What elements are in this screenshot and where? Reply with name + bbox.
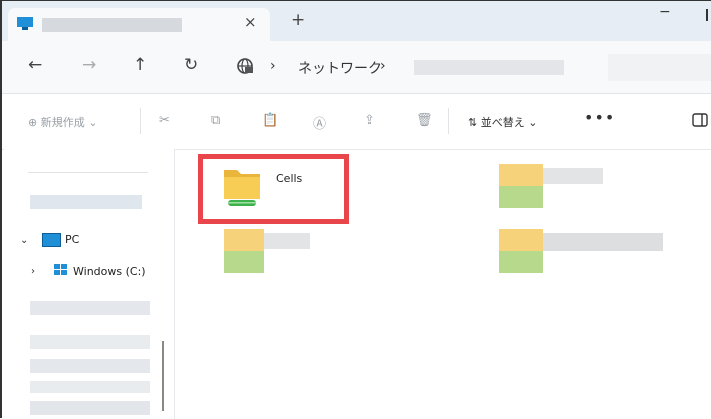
separator bbox=[140, 108, 141, 134]
details-pane-icon[interactable] bbox=[692, 113, 708, 127]
new-tab-button[interactable]: + bbox=[291, 12, 305, 29]
delete-icon[interactable]: 🗑 bbox=[416, 113, 433, 128]
cut-icon[interactable]: ✂ bbox=[159, 113, 170, 128]
network-globe-icon bbox=[237, 58, 253, 74]
network-item-redacted[interactable] bbox=[487, 164, 607, 210]
maximize-button[interactable] bbox=[706, 9, 708, 21]
refresh-button[interactable]: ↻ bbox=[184, 55, 198, 75]
sidebar-item-redacted[interactable] bbox=[30, 401, 150, 415]
explorer-tab[interactable]: × bbox=[8, 8, 270, 41]
separator bbox=[448, 108, 449, 134]
sidebar-item-redacted[interactable] bbox=[30, 195, 142, 209]
search-input[interactable] bbox=[608, 54, 711, 81]
up-button[interactable]: ↑ bbox=[133, 55, 147, 75]
network-item-redacted[interactable] bbox=[487, 229, 677, 275]
breadcrumb-redacted bbox=[414, 60, 564, 75]
breadcrumb-separator: › bbox=[380, 58, 386, 74]
windows-drive-icon bbox=[54, 264, 67, 275]
monitor-icon bbox=[17, 17, 33, 30]
close-icon[interactable]: × bbox=[244, 13, 257, 31]
rename-icon[interactable]: Ⓐ bbox=[313, 113, 326, 132]
scrollbar[interactable] bbox=[162, 341, 164, 411]
sidebar-item-windows-drive[interactable]: Windows (C:) bbox=[73, 265, 146, 278]
network-item-redacted[interactable] bbox=[224, 229, 314, 273]
command-bar: ⊕ 新規作成 ⌄ ✂ ⧉ 📋 Ⓐ ⇪ 🗑 ⇅ 並べ替え ⌄ ••• bbox=[2, 94, 711, 150]
sort-button[interactable]: ⇅ 並べ替え ⌄ bbox=[468, 114, 537, 130]
address-bar[interactable]: › ネットワーク › bbox=[224, 54, 602, 81]
share-icon[interactable]: ⇪ bbox=[364, 113, 375, 128]
copy-icon[interactable]: ⧉ bbox=[211, 113, 220, 128]
back-button[interactable]: ← bbox=[28, 55, 42, 75]
highlight-box bbox=[198, 154, 349, 224]
minimize-button[interactable]: − bbox=[659, 4, 671, 20]
chevron-down-icon[interactable]: ⌄ bbox=[20, 235, 28, 246]
new-button[interactable]: ⊕ 新規作成 ⌄ bbox=[28, 114, 97, 130]
breadcrumb-network[interactable]: ネットワーク bbox=[298, 58, 382, 78]
paste-icon[interactable]: 📋 bbox=[262, 113, 278, 128]
sidebar-item-redacted[interactable] bbox=[30, 301, 150, 315]
sidebar-divider bbox=[28, 172, 148, 173]
forward-button[interactable]: → bbox=[82, 55, 96, 75]
file-explorer-window: × + − ← → ↑ ↻ › ネットワーク › ⊕ 新規作成 ⌄ ✂ ⧉ 📋 … bbox=[0, 0, 711, 419]
pc-icon bbox=[42, 233, 61, 247]
breadcrumb-separator: › bbox=[270, 58, 276, 74]
more-options-button[interactable]: ••• bbox=[584, 108, 615, 127]
sidebar-item-redacted[interactable] bbox=[30, 359, 150, 373]
chevron-right-icon[interactable]: › bbox=[31, 266, 35, 277]
navigation-bar: ← → ↑ ↻ › ネットワーク › bbox=[2, 41, 711, 94]
tab-title-redacted bbox=[42, 18, 182, 32]
navigation-pane: ⌄ PC › Windows (C:) bbox=[4, 149, 175, 419]
tab-bar: × + − bbox=[2, 1, 711, 41]
sidebar-item-pc[interactable]: PC bbox=[65, 233, 79, 246]
sidebar-item-redacted[interactable] bbox=[30, 381, 150, 393]
sidebar-item-redacted[interactable] bbox=[30, 335, 150, 349]
